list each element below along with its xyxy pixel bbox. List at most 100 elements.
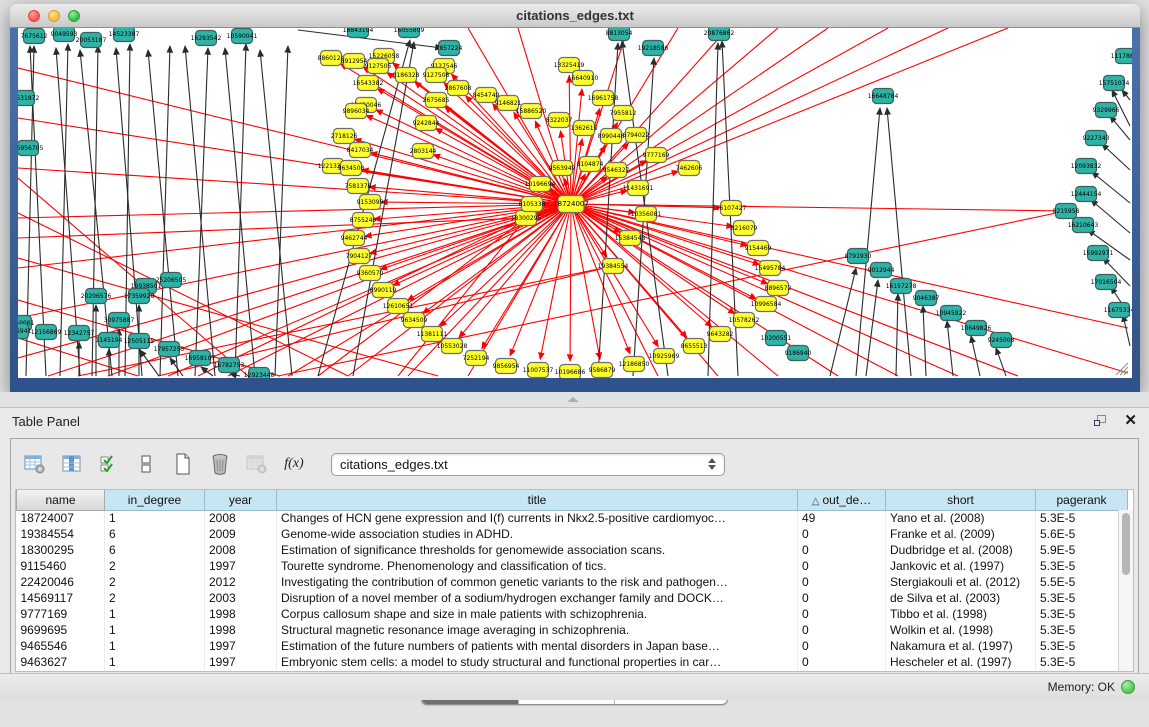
graph-node-label: 9462744 — [341, 235, 368, 242]
table-cell: Estimation of significance thresholds fo… — [277, 542, 798, 558]
graph-node-label: 20876862 — [704, 30, 735, 37]
graph-node-label: 7252194 — [463, 355, 490, 362]
column-header-short[interactable]: short — [886, 490, 1036, 510]
graph-edge — [1123, 315, 1130, 346]
table-cell: 9115460 — [17, 558, 105, 574]
vertical-scrollbar[interactable] — [1118, 510, 1133, 671]
graph-node-label: 17957253 — [154, 346, 185, 353]
graph-node-label: 10649826 — [961, 325, 992, 332]
close-panel-icon[interactable]: ✕ — [1124, 414, 1137, 428]
graph-node-label: 13325419 — [554, 62, 585, 69]
table-cell: 2 — [105, 558, 205, 574]
graph-node-label: 8104874 — [577, 161, 604, 168]
graph-node-label: 12444154 — [1071, 191, 1102, 198]
splitter-handle-icon[interactable] — [567, 397, 579, 402]
table-row[interactable]: 2242004622012Investigating the contribut… — [17, 574, 1128, 590]
graph-edge — [571, 28, 778, 204]
graph-node-label: 10196686 — [555, 369, 586, 376]
close-window-icon[interactable] — [28, 10, 40, 22]
window-titlebar[interactable]: citations_edges.txt — [10, 4, 1140, 28]
graph-node-label: 8454749 — [473, 92, 500, 99]
table-cell: 0 — [798, 558, 886, 574]
select-all-icon[interactable] — [95, 450, 123, 478]
graph-node-label: 9896034 — [343, 108, 370, 115]
float-panel-icon[interactable] — [1094, 415, 1108, 428]
delete-table-icon[interactable] — [206, 450, 234, 478]
column-header-year[interactable]: year — [205, 490, 277, 510]
table-settings-icon[interactable] — [21, 450, 49, 478]
table-row[interactable]: 969969511998Structural magnetic resonanc… — [17, 622, 1128, 638]
table-cell: 1 — [105, 654, 205, 670]
graph-node-label: 16293542 — [191, 35, 222, 42]
window-controls — [28, 10, 80, 22]
table-row[interactable]: 1456911722003Disruption of a novel membe… — [17, 590, 1128, 606]
table-cell: 0 — [798, 622, 886, 638]
graph-node-label: 15495784 — [755, 265, 786, 272]
table-cell: Tourette syndrome. Phenomenology and cla… — [277, 558, 798, 574]
table-select-dropdown[interactable]: citations_edges.txt — [331, 453, 725, 476]
graph-node-label: 10200551 — [761, 335, 792, 342]
zoom-window-icon[interactable] — [68, 10, 80, 22]
graph-node-label: 7955812 — [610, 110, 637, 117]
graph-node-label: 2718126 — [331, 133, 358, 140]
graph-node-label: 11007537 — [523, 367, 554, 374]
graph-edge — [569, 76, 571, 204]
table-cell: Nakamura et al. (1997) — [886, 638, 1036, 654]
graph-node-label: 16648784 — [868, 93, 899, 100]
graph-node-label: 9227343 — [1083, 135, 1110, 142]
minimize-window-icon[interactable] — [48, 10, 60, 22]
table-row[interactable]: 1872400712008Changes of HCN gene express… — [17, 510, 1128, 526]
function-builder-icon[interactable]: f(x) — [280, 450, 308, 478]
table-cell: Disruption of a novel member of a sodium… — [277, 590, 798, 606]
table-row[interactable]: 1938455462009Genome-wide association stu… — [17, 526, 1128, 542]
column-header-title[interactable]: title — [277, 490, 798, 510]
graph-node-label: 8990119 — [370, 287, 397, 294]
graph-edge — [996, 348, 1006, 376]
table-cell: 1997 — [205, 638, 277, 654]
graph-node-label: 16543382 — [353, 80, 384, 87]
network-canvas[interactable]: 7675612904959320053187145233871629354210… — [18, 28, 1132, 378]
resize-grip-icon[interactable] — [1116, 363, 1128, 375]
table-row[interactable]: 911546021997Tourette syndrome. Phenomeno… — [17, 558, 1128, 574]
graph-edge — [60, 44, 68, 376]
table-cell: 2 — [105, 590, 205, 606]
graph-edge — [1092, 172, 1130, 203]
graph-node-label: 1362615 — [571, 125, 598, 132]
graph-node-label: 9127508 — [423, 72, 450, 79]
table-cell: 1998 — [205, 622, 277, 638]
graph-edge — [571, 204, 1128, 328]
graph-node-label: 7675612 — [21, 33, 48, 40]
row-height-icon[interactable] — [132, 450, 160, 478]
graph-node-label: 7904127 — [346, 253, 373, 260]
graph-node-label: 7462606 — [676, 165, 703, 172]
graph-node-label: 9777169 — [643, 152, 670, 159]
graph-node-label: 8216079 — [731, 225, 758, 232]
column-visibility-icon[interactable] — [58, 450, 86, 478]
column-header-name[interactable]: name — [17, 490, 105, 510]
column-header-out_de[interactable]: △out_de… — [798, 490, 886, 510]
new-table-icon[interactable] — [169, 450, 197, 478]
table-cell: 2008 — [205, 510, 277, 526]
column-header-pagerank[interactable]: pagerank — [1036, 490, 1128, 510]
table-panel-body: f(x) citations_edges.txt namein_degreeye… — [10, 438, 1139, 677]
graph-node-label: 10945922 — [936, 310, 967, 317]
graph-node-label: 16055809 — [394, 28, 425, 34]
table-row[interactable]: 946362711997Embryonic stem cells: a mode… — [17, 654, 1128, 670]
graph-edge — [18, 204, 571, 218]
graph-node-label: 12093832 — [1071, 163, 1102, 170]
graph-node-label: 10925969 — [649, 353, 680, 360]
graph-node-label: 9046387 — [913, 295, 940, 302]
graph-node-label: 2675685 — [423, 97, 450, 104]
table-cell: 9465546 — [17, 638, 105, 654]
graph-node-label: 10356081 — [631, 211, 662, 218]
table-row[interactable]: 946554611997Estimation of the future num… — [17, 638, 1128, 654]
table-row[interactable]: 1830029562008Estimation of significance … — [17, 542, 1128, 558]
panel-splitter[interactable] — [0, 392, 1149, 407]
table-row[interactable]: 977716911998Corpus callosum shape and si… — [17, 606, 1128, 622]
node-table-grid: namein_degreeyeartitle△out_de…shortpager… — [16, 490, 1128, 670]
graph-node-label: 15992971 — [1083, 250, 1114, 257]
table-cell: 1998 — [205, 606, 277, 622]
column-header-in_degree[interactable]: in_degree — [105, 490, 205, 510]
scrollbar-thumb[interactable] — [1122, 513, 1130, 575]
node-table: namein_degreeyeartitle△out_de…shortpager… — [15, 489, 1134, 672]
